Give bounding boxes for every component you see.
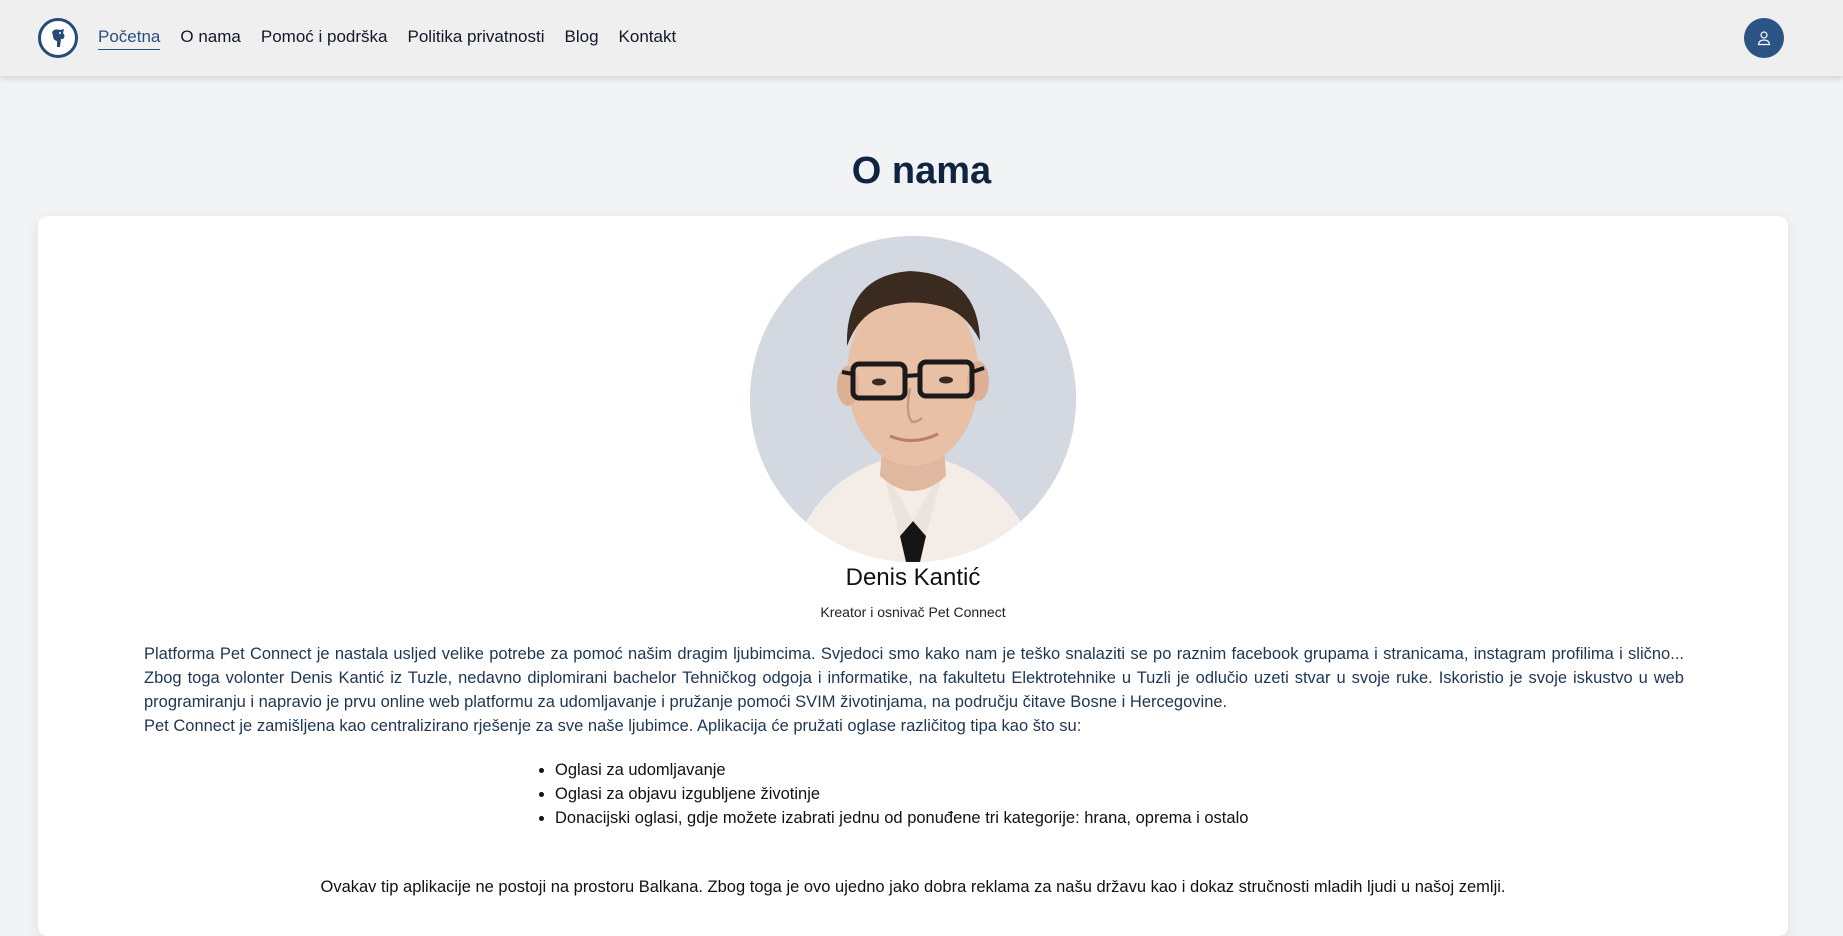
pet-connect-logo-icon[interactable] [38, 18, 78, 58]
user-icon [1757, 31, 1771, 46]
nav-link-kontakt[interactable]: Kontakt [619, 27, 677, 49]
user-menu-button[interactable] [1744, 18, 1784, 58]
nav-link-blog[interactable]: Blog [565, 27, 599, 49]
page-title: O nama [851, 150, 992, 192]
main-nav: Početna O nama Pomoć i podrška Politika … [98, 0, 696, 76]
about-paragraph-2: Pet Connect je zamišljena kao centralizi… [144, 717, 1082, 735]
list-item: Oglasi za udomljavanje [555, 758, 1435, 782]
closing-paragraph: Ovakav tip aplikacije ne postoji na pros… [320, 878, 1506, 896]
nav-link-o-nama[interactable]: O nama [180, 27, 240, 49]
nav-link-pomoc-i-podrska[interactable]: Pomoć i podrška [261, 27, 388, 49]
list-item: Donacijski oglasi, gdje možete izabrati … [555, 806, 1435, 830]
list-item: Oglasi za objavu izgubljene životinje [555, 782, 1435, 806]
about-card: Denis Kantić Kreator i osnivač Pet Conne… [38, 216, 1788, 936]
nav-link-pocetna[interactable]: Početna [98, 27, 161, 50]
nav-link-politika-privatnosti[interactable]: Politika privatnosti [408, 27, 545, 49]
navbar: Početna O nama Pomoć i podrška Politika … [0, 0, 1843, 76]
person-name: Denis Kantić [845, 564, 981, 591]
about-paragraph-1: Platforma Pet Connect je nastala usljed … [144, 645, 1684, 711]
profile-photo [750, 236, 1076, 562]
ad-types-list: Oglasi za udomljavanje Oglasi za objavu … [535, 758, 1435, 830]
person-role: Kreator i osnivač Pet Connect [820, 604, 1006, 620]
